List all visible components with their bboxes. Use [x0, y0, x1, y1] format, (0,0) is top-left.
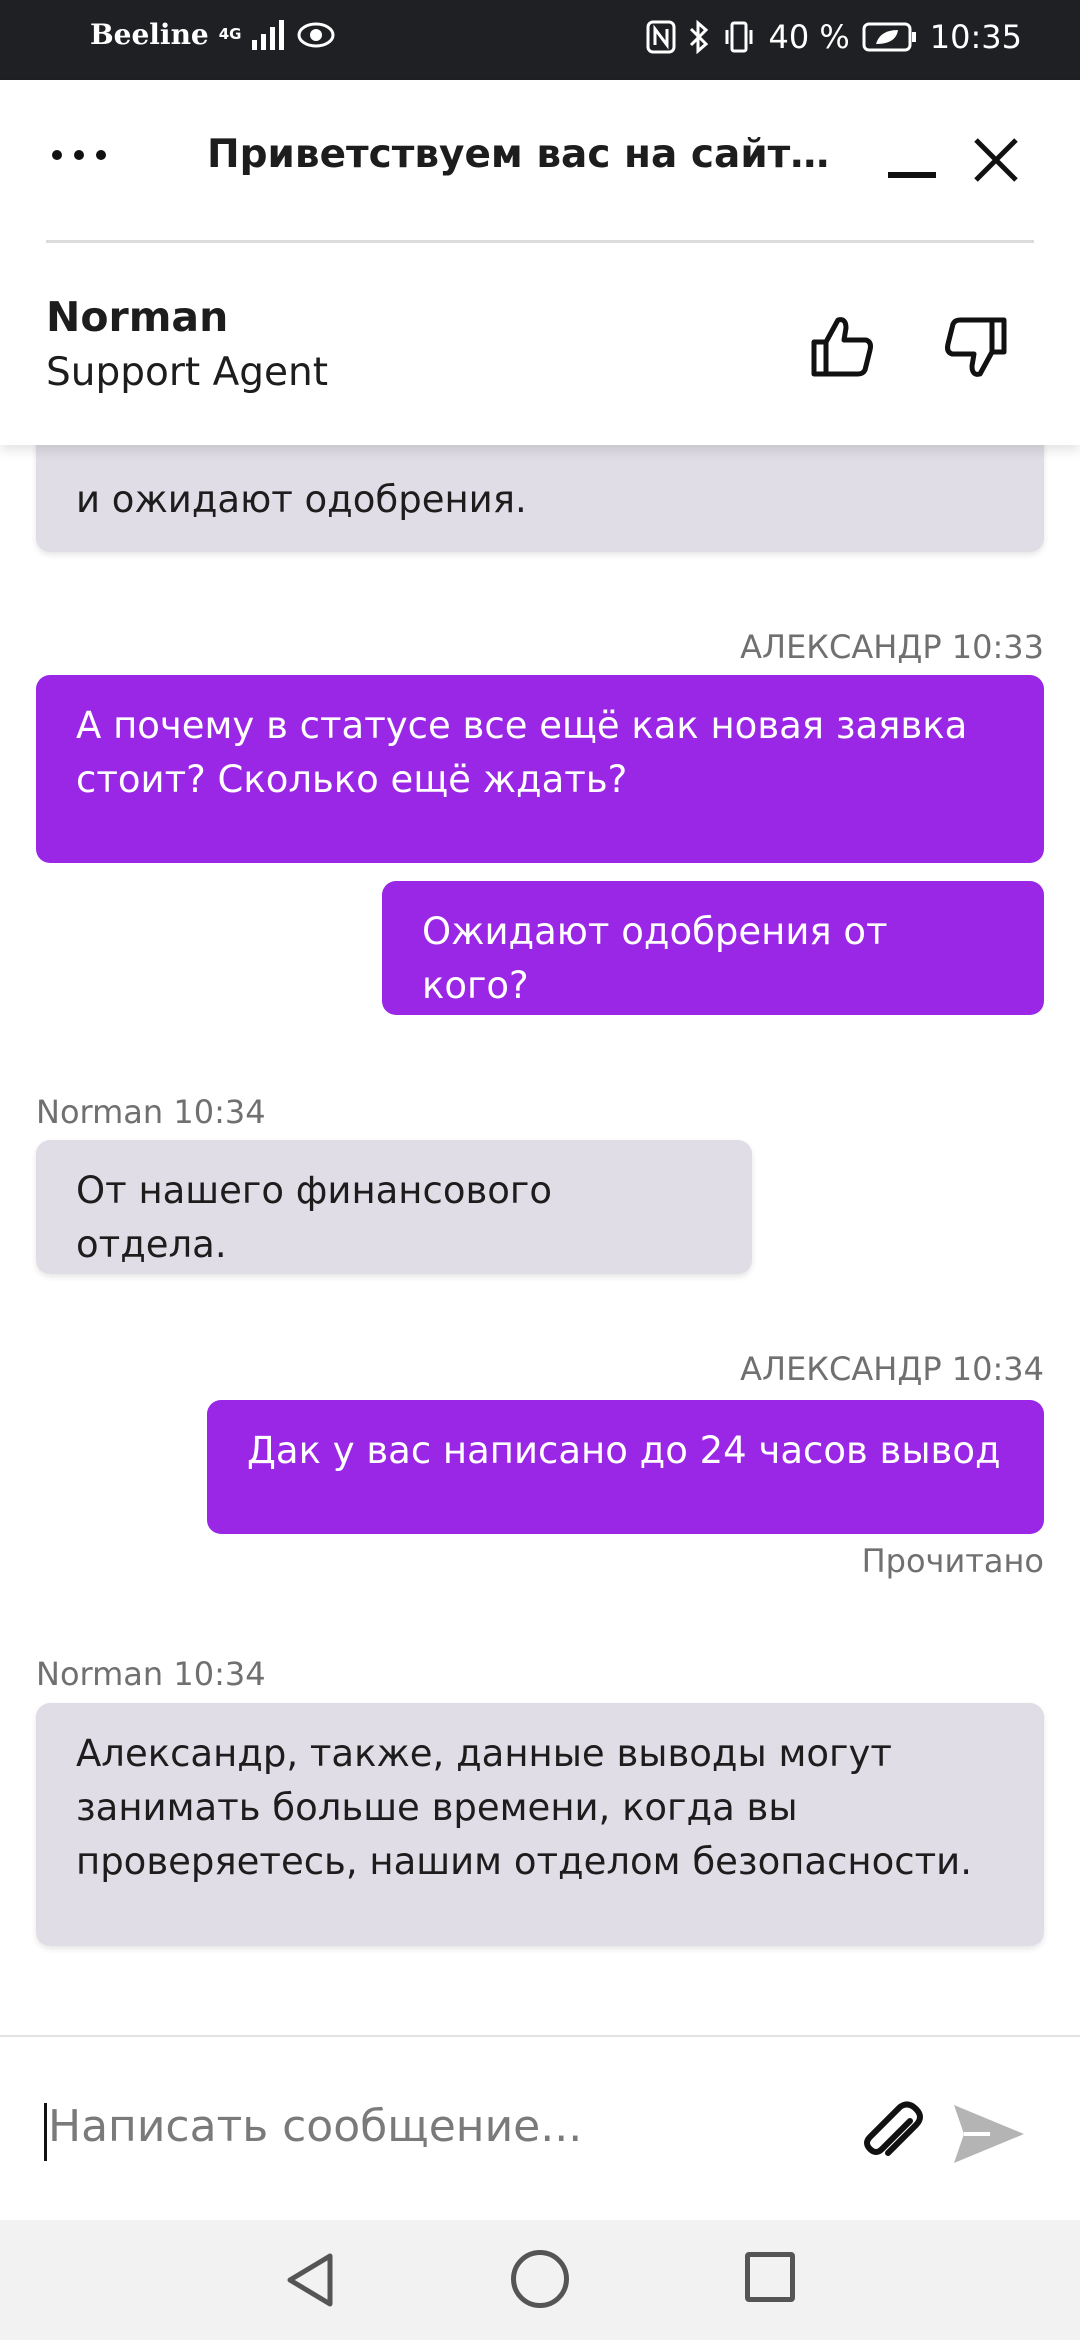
- header-divider: [46, 240, 1034, 243]
- carrier-name: Beeline: [90, 18, 209, 51]
- eye-icon: [297, 22, 334, 47]
- user-message: Ожидают одобрения от кого?: [382, 881, 1044, 1015]
- chat-messages[interactable]: и ожидают одобрения. АЛЕКСАНДР 10:33 А п…: [0, 445, 1080, 2035]
- message-text: От нашего финансового отдела.: [76, 1169, 552, 1266]
- thumbs-down-icon[interactable]: [940, 312, 1010, 382]
- message-input[interactable]: Написать сообщение...: [48, 2101, 582, 2152]
- message-text: А почему в статусе все ещё как новая зая…: [76, 704, 968, 801]
- minimize-button[interactable]: [888, 172, 936, 178]
- user-message: Дак у вас написано до 24 часов вывод: [207, 1400, 1044, 1534]
- status-right: 40 % 10:35: [646, 18, 1022, 56]
- status-time: 10:35: [929, 18, 1022, 56]
- send-icon[interactable]: [950, 2099, 1028, 2169]
- nfc-icon: [646, 20, 676, 54]
- vibrate-icon: [725, 21, 753, 53]
- text-cursor: [44, 2103, 47, 2161]
- network-type: 4G: [218, 25, 242, 43]
- battery-percent: 40 %: [768, 18, 850, 56]
- home-icon[interactable]: [511, 2250, 569, 2308]
- recent-apps-icon[interactable]: [745, 2252, 795, 2302]
- paperclip-icon[interactable]: [858, 2099, 928, 2169]
- status-bar: Beeline 4G 40 % 10:35: [0, 0, 1080, 80]
- message-text: Ожидают одобрения от кого?: [422, 910, 888, 1007]
- message-meta: Norman 10:34: [36, 1093, 266, 1131]
- signal-icon: [251, 19, 284, 50]
- message-meta: Norman 10:34: [36, 1655, 266, 1693]
- message-meta: АЛЕКСАНДР 10:34: [740, 1350, 1044, 1388]
- thumbs-up-icon[interactable]: [808, 312, 878, 382]
- message-text: и ожидают одобрения.: [76, 478, 527, 521]
- message-text: Дак у вас написано до 24 часов вывод: [247, 1429, 1001, 1472]
- chat-title: Приветствуем вас на сайте ...: [207, 132, 847, 177]
- agent-name: Norman: [46, 293, 229, 341]
- agent-message: и ожидают одобрения.: [36, 445, 1044, 552]
- agent-message: От нашего финансового отдела.: [36, 1140, 752, 1274]
- message-input-bar: Написать сообщение...: [0, 2035, 1080, 2220]
- status-left: Beeline 4G: [90, 18, 336, 51]
- agent-role: Support Agent: [46, 350, 329, 395]
- chat-header: Приветствуем вас на сайте ... Norman Sup…: [0, 80, 1080, 445]
- message-text: Александр, также, данные выводы могут за…: [76, 1732, 972, 1883]
- more-menu-icon[interactable]: [52, 150, 106, 160]
- message-meta: АЛЕКСАНДР 10:33: [740, 628, 1044, 666]
- system-nav-bar: [0, 2220, 1080, 2340]
- user-message: А почему в статусе все ещё как новая зая…: [36, 675, 1044, 863]
- battery-icon: [862, 22, 916, 52]
- read-receipt: Прочитано: [861, 1542, 1044, 1580]
- agent-message: Александр, также, данные выводы могут за…: [36, 1703, 1044, 1946]
- bluetooth-icon: [690, 20, 709, 54]
- back-icon[interactable]: [282, 2250, 342, 2310]
- close-icon[interactable]: [972, 136, 1020, 184]
